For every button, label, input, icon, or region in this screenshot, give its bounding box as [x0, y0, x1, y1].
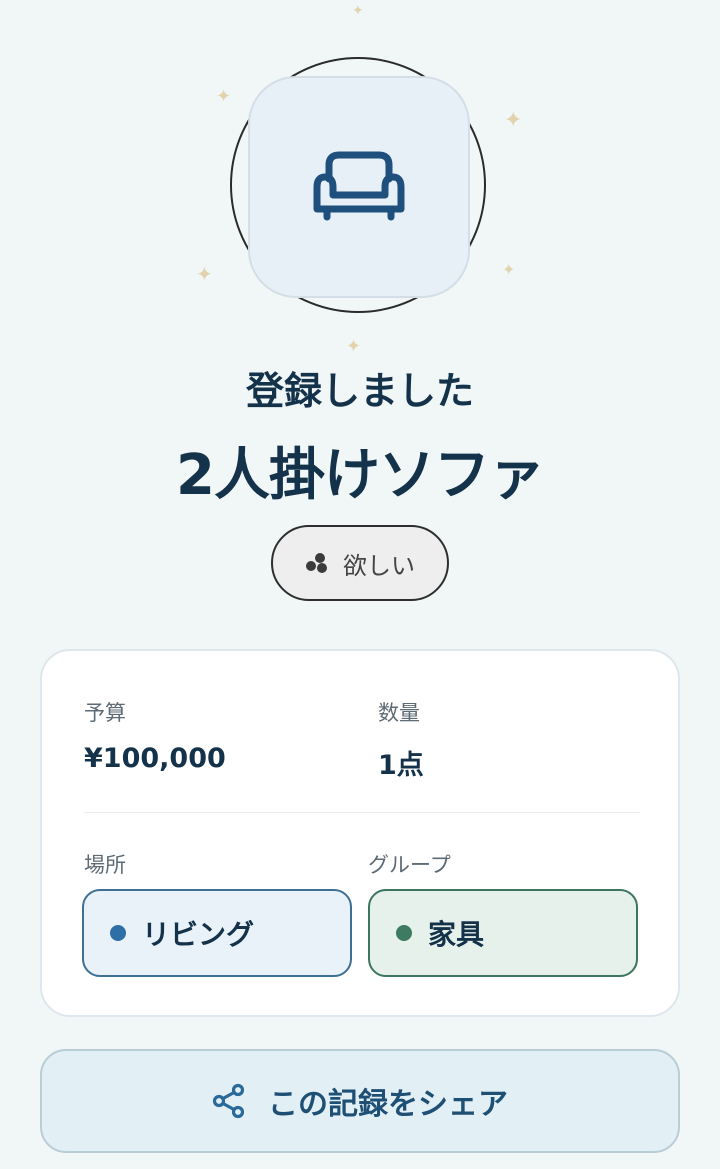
sparkle-icon: ✦ — [352, 3, 364, 19]
hero-illustration: ✦ ✦ ✦ ✦ ✦ ✦ — [0, 0, 720, 360]
budget-label: 予算 — [84, 701, 126, 725]
sparkle-icon: ✦ — [216, 86, 232, 107]
sparkle-icon: ✦ — [196, 262, 213, 286]
location-dot-icon — [110, 925, 126, 941]
share-button[interactable]: この記録をシェア — [40, 1049, 680, 1153]
status-tag-label: 欲しい — [343, 551, 415, 580]
details-card: 予算 ¥100,000 数量 1点 場所 グループ リビング 家具 — [40, 649, 680, 1017]
sofa-icon — [313, 151, 405, 221]
quantity-value: 1点 — [378, 750, 424, 781]
share-icon — [212, 1083, 245, 1119]
location-chip[interactable]: リビング — [82, 889, 352, 977]
location-value: リビング — [142, 918, 255, 951]
budget-value: ¥100,000 — [84, 743, 226, 774]
item-icon-tile — [248, 76, 470, 298]
group-label: グループ — [368, 853, 451, 877]
quantity-label: 数量 — [378, 701, 420, 725]
sparkle-icon: ✦ — [346, 336, 362, 357]
sparkle-icon: ✦ — [504, 108, 523, 133]
status-tag[interactable]: 欲しい — [271, 525, 449, 601]
group-dot-icon — [396, 925, 412, 941]
group-value: 家具 — [428, 918, 485, 951]
group-chip[interactable]: 家具 — [368, 889, 638, 977]
share-button-label: この記録をシェア — [268, 1087, 508, 1122]
divider — [84, 812, 640, 813]
status-title: 登録しました — [245, 369, 474, 413]
item-name: 2人掛けソファ — [176, 443, 545, 508]
sparkle-icon: ✦ — [502, 260, 516, 279]
location-label: 場所 — [84, 853, 126, 877]
wish-icon — [306, 553, 327, 573]
